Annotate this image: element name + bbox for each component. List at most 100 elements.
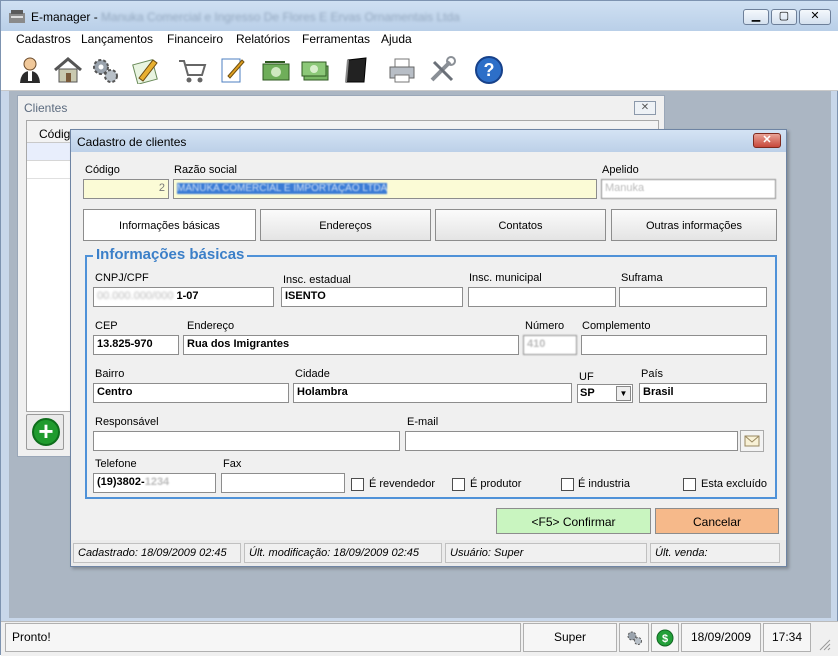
add-client-button[interactable]: + [26, 414, 64, 450]
status-date: 18/09/2009 [681, 623, 761, 652]
status-time: 17:34 [763, 623, 811, 652]
cart-icon[interactable] [175, 53, 209, 87]
money-stack-icon[interactable] [299, 53, 333, 87]
dialog-close-button[interactable]: ✕ [753, 133, 781, 148]
cidade-field[interactable]: Holambra [293, 383, 572, 403]
dialog-title-bar: Cadastro de clientes ✕ [71, 130, 786, 152]
tab-informacoes-basicas[interactable]: Informações básicas [83, 209, 256, 241]
complemento-label: Complemento [582, 320, 651, 332]
notepad-icon[interactable] [215, 53, 249, 87]
gears-icon[interactable] [88, 53, 122, 87]
title-bar: E-manager - Manuka Comercial e Ingresso … [1, 1, 838, 31]
bairro-field[interactable]: Centro [93, 383, 289, 403]
uf-select[interactable]: SP ▼ [577, 384, 633, 403]
bairro-label: Bairro [95, 368, 125, 380]
money-icon[interactable] [260, 53, 294, 87]
gears-status-icon[interactable] [619, 623, 649, 652]
svg-text:$: $ [662, 633, 668, 645]
telefone-label: Telefone [95, 458, 137, 470]
maximize-button[interactable]: ▢ [771, 9, 797, 25]
responsavel-label: Responsável [95, 416, 159, 428]
excluido-checkbox[interactable] [683, 478, 696, 491]
tab-enderecos[interactable]: Endereços [260, 209, 431, 241]
email-field[interactable] [405, 431, 738, 451]
resize-grip-icon[interactable] [817, 637, 831, 651]
menu-financeiro[interactable]: Financeiro [167, 32, 223, 46]
clientes-title: Clientes [24, 101, 68, 115]
tools-icon[interactable] [426, 53, 460, 87]
close-button[interactable]: ✕ [799, 9, 831, 25]
menu-cadastros[interactable]: Cadastros [16, 32, 71, 46]
produtor-checkbox[interactable] [452, 478, 465, 491]
money-status-icon[interactable]: $ [651, 623, 679, 652]
pais-label: País [641, 368, 664, 380]
user-icon[interactable] [13, 53, 47, 87]
svg-text:?: ? [484, 60, 495, 80]
insc-estadual-field[interactable]: ISENTO [281, 287, 463, 307]
app-icon [9, 10, 25, 23]
uf-value: SP [580, 387, 595, 399]
menu-ajuda[interactable]: Ajuda [381, 32, 412, 46]
menu-lancamentos[interactable]: Lançamentos [81, 32, 153, 46]
minimize-button[interactable]: ▁ [743, 9, 769, 25]
group-title: Informações básicas [93, 246, 248, 263]
status-usuario: Usuário: Super [445, 543, 647, 563]
insc-municipal-field[interactable] [468, 287, 616, 307]
cnpj-label: CNPJ/CPF [95, 272, 149, 284]
envelope-icon [744, 435, 760, 447]
fax-label: Fax [223, 458, 242, 470]
codigo-label: Código [85, 164, 120, 176]
email-send-button[interactable] [740, 430, 764, 452]
telefone-blurred: 1234 [144, 476, 170, 488]
cnpj-field[interactable]: 00.000.000/000 1-07 [93, 287, 274, 307]
codigo-field[interactable]: 2 [83, 179, 169, 199]
razao-social-field[interactable]: MANUKA COMERCIAL E IMPORTAÇÃO LTDA [173, 179, 597, 199]
endereco-label: Endereço [187, 320, 235, 332]
cancel-button[interactable]: Cancelar [655, 508, 779, 534]
revendedor-checkbox[interactable] [351, 478, 364, 491]
pais-field[interactable]: Brasil [639, 383, 767, 403]
status-ultima-venda: Últ. venda: [650, 543, 780, 563]
status-modificacao: Últ. modificação: 18/09/2009 02:45 [244, 543, 442, 563]
fax-field[interactable] [221, 473, 345, 493]
endereco-field[interactable]: Rua dos Imigrantes [183, 335, 519, 355]
house-icon[interactable] [51, 53, 85, 87]
industria-label: É industria [578, 478, 630, 490]
cnpj-value: 1-07 [176, 290, 199, 302]
toolbar [1, 49, 838, 91]
plus-icon: + [32, 418, 60, 446]
apelido-field[interactable]: Manuka [601, 179, 776, 199]
complemento-field[interactable] [581, 335, 767, 355]
status-cadastrado: Cadastrado: 18/09/2009 02:45 [73, 543, 241, 563]
cep-field[interactable]: 13.825-970 [93, 335, 179, 355]
industria-checkbox[interactable] [561, 478, 574, 491]
help-icon[interactable]: ? [472, 53, 506, 87]
cadastro-dialog: Cadastro de clientes ✕ Código 2 Razão so… [70, 129, 787, 567]
tab-outras-informacoes[interactable]: Outras informações [611, 209, 777, 241]
revendedor-label: É revendedor [369, 478, 436, 490]
menu-ferramentas[interactable]: Ferramentas [302, 32, 370, 46]
tab-contatos[interactable]: Contatos [435, 209, 606, 241]
cidade-label: Cidade [295, 368, 330, 380]
status-message: Pronto! [5, 623, 521, 652]
telefone-field[interactable]: (19)3802-1234 [93, 473, 216, 493]
excluido-label: Esta excluído [701, 478, 768, 490]
menu-relatorios[interactable]: Relatórios [236, 32, 290, 46]
suframa-label: Suframa [621, 272, 663, 284]
apelido-label: Apelido [602, 164, 639, 176]
pencil-icon[interactable] [129, 53, 163, 87]
numero-field[interactable]: 410 [523, 335, 577, 355]
chevron-down-icon[interactable]: ▼ [616, 386, 631, 401]
status-user: Super [523, 623, 617, 652]
book-icon[interactable] [339, 53, 373, 87]
clientes-close-button[interactable]: ✕ [634, 101, 656, 115]
numero-label: Número [525, 320, 565, 332]
window-title-blurred: Manuka Comercial e Ingresso De Flores E … [101, 10, 460, 24]
suframa-field[interactable] [619, 287, 767, 307]
printer-icon[interactable] [385, 53, 419, 87]
telefone-value: (19)3802- [97, 476, 145, 488]
email-label: E-mail [407, 416, 439, 428]
responsavel-field[interactable] [93, 431, 400, 451]
cnpj-blurred: 00.000.000/000 [97, 290, 174, 302]
confirm-button[interactable]: <F5> Confirmar [496, 508, 651, 534]
